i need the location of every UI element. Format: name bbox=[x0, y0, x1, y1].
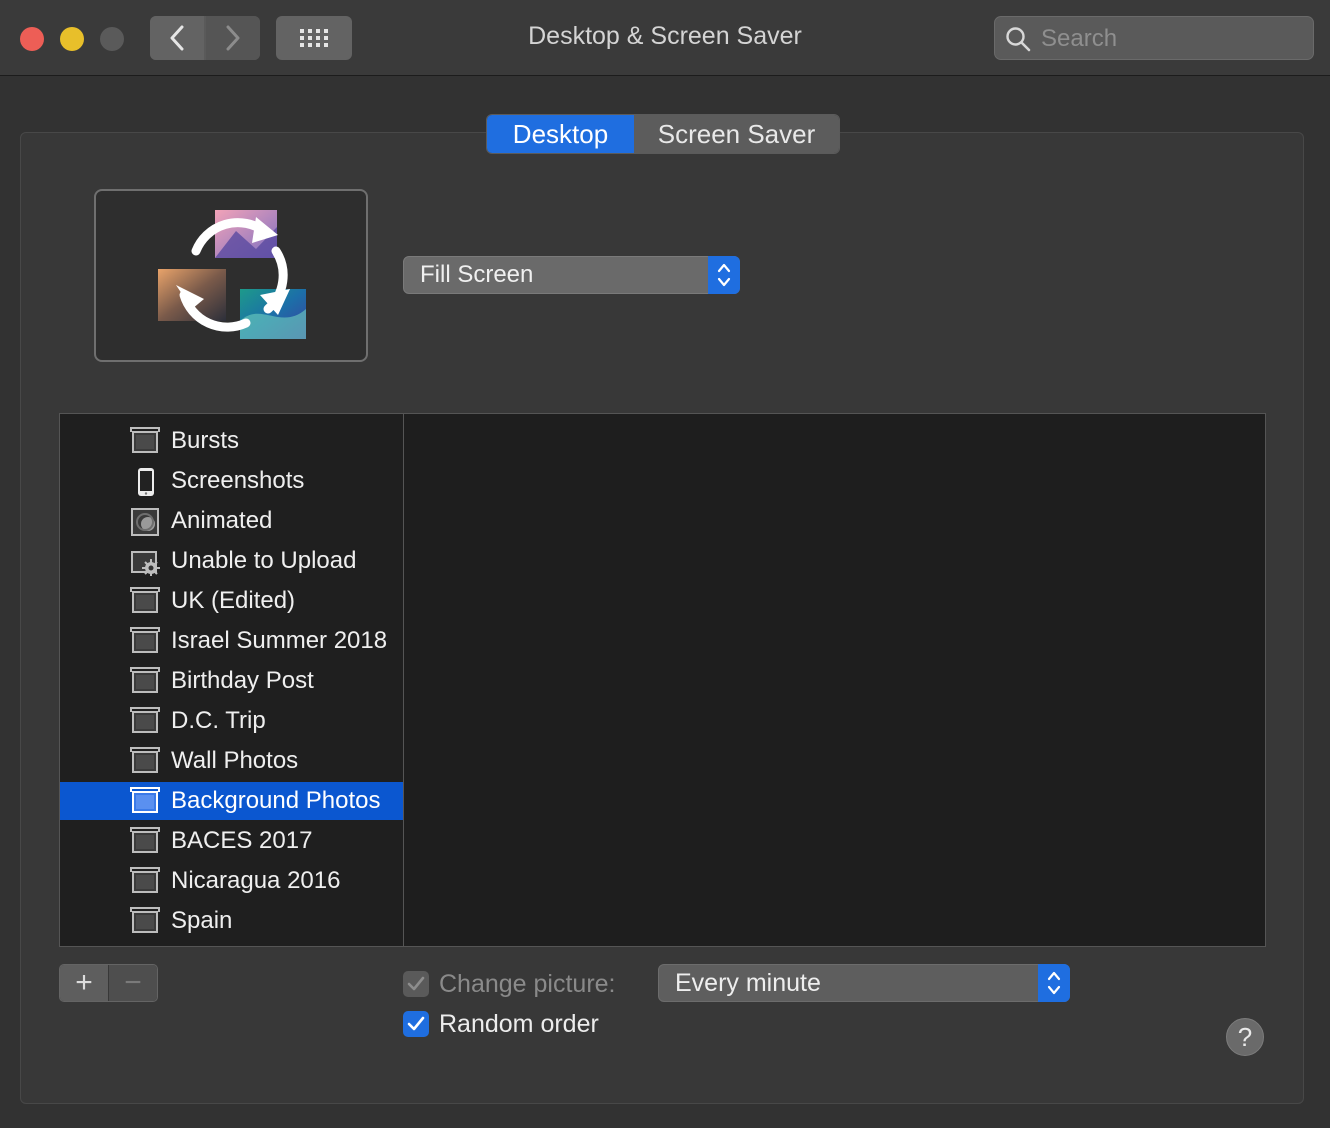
source-item-label: Unable to Upload bbox=[171, 547, 357, 574]
source-item-label: D.C. Trip bbox=[171, 707, 266, 734]
source-item[interactable]: D.C. Trip bbox=[60, 702, 403, 740]
album-icon bbox=[130, 427, 162, 456]
remove-folder-button[interactable]: − bbox=[109, 965, 157, 1001]
fit-mode-select[interactable]: Fill Screen bbox=[403, 256, 740, 294]
album-icon bbox=[130, 587, 162, 616]
interval-stepper bbox=[1038, 964, 1070, 1002]
checkmark-icon bbox=[407, 976, 425, 991]
album-icon bbox=[130, 787, 162, 816]
album-icon bbox=[130, 667, 162, 696]
up-down-chevron-icon bbox=[717, 263, 731, 287]
up-down-chevron-icon bbox=[1047, 971, 1061, 995]
source-item-label: Birthday Post bbox=[171, 667, 314, 694]
source-item[interactable]: Spain bbox=[60, 902, 403, 940]
tab-screen-saver[interactable]: Screen Saver bbox=[634, 115, 839, 153]
source-item-label: Background Photos bbox=[171, 787, 381, 814]
animated-icon bbox=[130, 508, 162, 536]
source-item[interactable]: Wall Photos bbox=[60, 742, 403, 780]
chevron-left-icon bbox=[170, 25, 184, 51]
phone-icon bbox=[130, 468, 162, 496]
source-item[interactable]: Animated bbox=[60, 502, 403, 540]
tab-bar: Desktop Screen Saver bbox=[486, 114, 840, 154]
source-item[interactable]: UK (Edited) bbox=[60, 582, 403, 620]
album-icon bbox=[130, 627, 162, 656]
grid-icon bbox=[300, 29, 328, 47]
random-order-checkbox[interactable] bbox=[403, 1011, 429, 1037]
back-button[interactable] bbox=[150, 16, 204, 60]
gear-album-icon bbox=[130, 548, 162, 577]
album-icon bbox=[130, 827, 162, 856]
zoom-window-button[interactable] bbox=[100, 27, 124, 51]
search-icon bbox=[1006, 27, 1031, 52]
forward-button[interactable] bbox=[206, 16, 260, 60]
search-input[interactable] bbox=[1039, 21, 1303, 57]
album-icon bbox=[130, 707, 162, 736]
fit-mode-value: Fill Screen bbox=[420, 261, 534, 288]
source-item-label: Nicaragua 2016 bbox=[171, 867, 341, 894]
interval-value: Every minute bbox=[675, 968, 821, 997]
select-stepper bbox=[708, 256, 740, 294]
change-picture-checkbox[interactable] bbox=[403, 971, 429, 997]
search-field[interactable] bbox=[994, 16, 1314, 60]
source-item-label: Screenshots bbox=[171, 467, 305, 494]
checkmark-icon bbox=[407, 1016, 425, 1031]
source-item-label: BACES 2017 bbox=[171, 827, 313, 854]
navigation-buttons bbox=[150, 16, 260, 60]
source-item[interactable]: Background Photos bbox=[60, 782, 403, 820]
show-all-button[interactable] bbox=[276, 16, 352, 60]
change-picture-label: Change picture: bbox=[439, 970, 616, 998]
source-list[interactable]: Bursts Screenshots Animated Unable to Uploa… bbox=[59, 413, 404, 947]
source-item[interactable]: BACES 2017 bbox=[60, 822, 403, 860]
source-item-label: UK (Edited) bbox=[171, 587, 296, 614]
desktop-preview bbox=[94, 189, 368, 362]
source-item[interactable]: Israel Summer 2018 bbox=[60, 622, 403, 660]
source-item-label: Spain bbox=[171, 907, 233, 934]
tab-desktop[interactable]: Desktop bbox=[487, 115, 634, 153]
source-item[interactable]: Birthday Post bbox=[60, 662, 403, 700]
source-item[interactable]: Screenshots bbox=[60, 462, 403, 500]
album-icon bbox=[130, 867, 162, 896]
add-folder-button[interactable]: + bbox=[60, 965, 108, 1001]
add-remove-buttons: + − bbox=[59, 964, 158, 1002]
source-item[interactable]: Unable to Upload bbox=[60, 542, 403, 580]
title-bar: Desktop & Screen Saver bbox=[0, 0, 1330, 76]
album-icon bbox=[130, 907, 162, 936]
source-item[interactable]: Bursts bbox=[60, 422, 403, 460]
help-button[interactable]: ? bbox=[1226, 1018, 1264, 1056]
album-icon bbox=[130, 747, 162, 776]
source-item-label: Bursts bbox=[171, 427, 240, 454]
change-interval-select[interactable]: Every minute bbox=[658, 964, 1070, 1002]
rotating-pictures-icon bbox=[158, 210, 306, 339]
source-item-label: Wall Photos bbox=[171, 747, 299, 774]
picture-browser[interactable] bbox=[403, 413, 1266, 947]
random-order-label: Random order bbox=[439, 1010, 599, 1038]
source-item[interactable]: Nicaragua 2016 bbox=[60, 862, 403, 900]
source-item-label: Animated bbox=[171, 507, 273, 534]
source-item-label: Israel Summer 2018 bbox=[171, 627, 388, 654]
chevron-right-icon bbox=[226, 25, 240, 51]
close-window-button[interactable] bbox=[20, 27, 44, 51]
minimize-window-button[interactable] bbox=[60, 27, 84, 51]
